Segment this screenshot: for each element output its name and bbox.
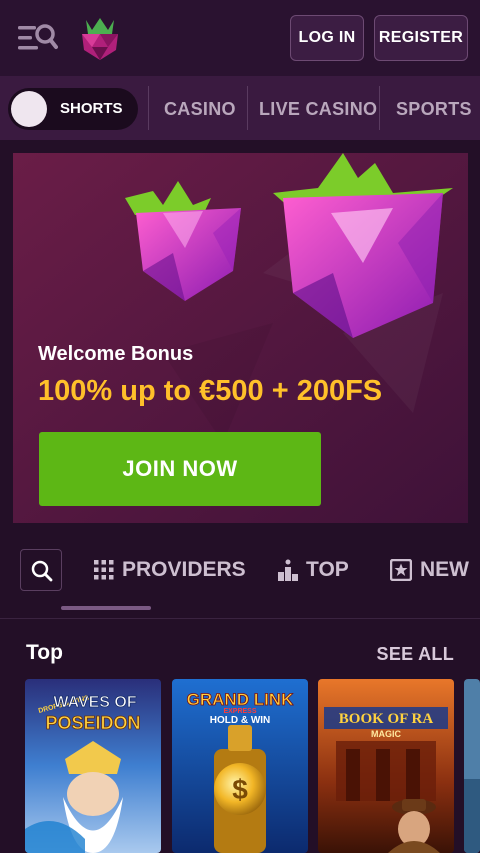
header: LOG IN REGISTER bbox=[0, 0, 480, 76]
menu-search-icon[interactable] bbox=[18, 22, 58, 54]
nav-divider bbox=[247, 86, 248, 130]
game-title-line1: WAVES OF bbox=[53, 694, 136, 711]
login-button[interactable]: LOG IN bbox=[290, 15, 364, 61]
game-card-book-of-ra[interactable]: BOOK OF RA MAGIC bbox=[318, 679, 454, 853]
tab-new[interactable]: NEW bbox=[390, 552, 469, 588]
shorts-toggle[interactable]: SHORTS bbox=[8, 88, 138, 130]
podium-icon bbox=[278, 559, 298, 581]
nav-item-sports[interactable]: SPORTS bbox=[396, 76, 472, 140]
grid-icon bbox=[94, 560, 114, 580]
banner-subtitle: Welcome Bonus bbox=[38, 343, 194, 365]
raspberry-logo-icon[interactable] bbox=[78, 14, 122, 62]
active-tab-indicator bbox=[61, 606, 151, 610]
register-button[interactable]: REGISTER bbox=[374, 15, 468, 61]
shorts-label: SHORTS bbox=[60, 100, 123, 117]
nav-item-live-casino[interactable]: LIVE CASINO bbox=[259, 76, 377, 140]
game-thumbnail: $ GRAND LINK EXPRESS HOLD & WIN bbox=[172, 679, 308, 853]
nav-divider bbox=[148, 86, 149, 130]
new-star-icon bbox=[390, 559, 412, 581]
divider bbox=[0, 618, 480, 619]
see-all-link[interactable]: SEE ALL bbox=[377, 644, 454, 665]
tab-providers[interactable]: PROVIDERS bbox=[94, 552, 246, 588]
tab-top-label: TOP bbox=[306, 558, 349, 581]
game-card-waves-of-poseidon[interactable]: DROPS & WINS WAVES OF POSEIDON bbox=[25, 679, 161, 853]
game-title-line1: BOOK OF RA bbox=[339, 711, 434, 727]
game-title-line1: GRAND LINK bbox=[187, 690, 294, 709]
game-search-button[interactable] bbox=[20, 549, 62, 591]
game-card-partial[interactable] bbox=[464, 679, 480, 853]
svg-text:$: $ bbox=[232, 774, 248, 805]
game-thumbnail: DROPS & WINS WAVES OF POSEIDON bbox=[25, 679, 161, 853]
game-title-line2: MAGIC bbox=[371, 729, 401, 739]
tab-top[interactable]: TOP bbox=[278, 552, 349, 588]
section-title-top: Top bbox=[26, 641, 63, 664]
nav-item-casino[interactable]: CASINO bbox=[164, 76, 236, 140]
banner-headline: 100% up to €500 + 200FS bbox=[38, 375, 383, 407]
welcome-bonus-banner[interactable]: Welcome Bonus 100% up to €500 + 200FS JO… bbox=[13, 153, 468, 523]
tab-providers-label: PROVIDERS bbox=[122, 558, 246, 581]
main-nav: SHORTS CASINO LIVE CASINO SPORTS bbox=[0, 76, 480, 140]
game-title-line2: POSEIDON bbox=[45, 713, 140, 733]
nav-divider bbox=[379, 86, 380, 130]
game-tag: EXPRESS bbox=[223, 708, 256, 715]
game-thumbnail: BOOK OF RA MAGIC bbox=[318, 679, 454, 853]
game-thumbnail bbox=[464, 679, 480, 853]
search-icon bbox=[31, 560, 53, 582]
join-now-button[interactable]: JOIN NOW bbox=[39, 432, 321, 506]
game-card-grand-link[interactable]: $ GRAND LINK EXPRESS HOLD & WIN bbox=[172, 679, 308, 853]
game-title-line2: HOLD & WIN bbox=[210, 715, 271, 726]
tab-new-label: NEW bbox=[420, 558, 469, 581]
toggle-knob bbox=[11, 91, 47, 127]
